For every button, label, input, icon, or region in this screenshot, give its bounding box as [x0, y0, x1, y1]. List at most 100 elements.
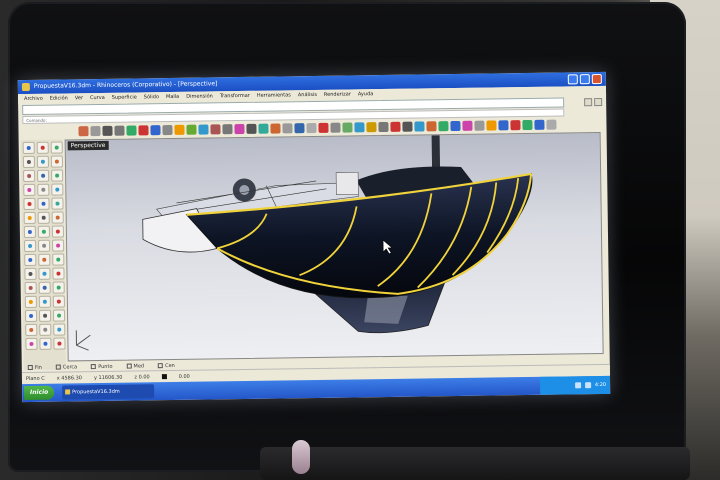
osnap-option[interactable]: Punto: [91, 363, 113, 370]
toolbar-tool-icon[interactable]: [450, 120, 461, 132]
toolbar-tool-icon[interactable]: [186, 124, 197, 135]
checkbox-icon[interactable]: [55, 364, 61, 370]
side-tool-icon[interactable]: [24, 281, 37, 295]
toolbar-tool-icon[interactable]: [534, 119, 545, 130]
toolbar-tool-icon[interactable]: [258, 123, 269, 134]
options-icon[interactable]: [594, 97, 603, 107]
toolbar-tool-icon[interactable]: [438, 121, 449, 132]
start-button[interactable]: Inicio: [24, 385, 55, 401]
toolbar-tool-icon[interactable]: [78, 126, 89, 137]
checkbox-icon[interactable]: [91, 364, 97, 370]
toolbar-tool-icon[interactable]: [474, 120, 485, 131]
side-tool-icon[interactable]: [38, 309, 52, 322]
side-tool-icon[interactable]: [52, 309, 66, 322]
toolbar-tool-icon[interactable]: [234, 123, 245, 135]
toolbar-tool-icon[interactable]: [210, 124, 221, 135]
menu-item[interactable]: Superficie: [112, 92, 137, 102]
side-tool-icon[interactable]: [37, 169, 50, 182]
menu-item[interactable]: Curva: [90, 93, 105, 103]
toolbar-tool-icon[interactable]: [486, 120, 497, 131]
side-tool-icon[interactable]: [38, 281, 51, 294]
side-tool-icon[interactable]: [39, 337, 52, 350]
help-icon[interactable]: [584, 98, 593, 107]
toolbar-tool-icon[interactable]: [126, 125, 137, 136]
side-tool-icon[interactable]: [37, 211, 50, 224]
side-tool-icon[interactable]: [23, 169, 36, 183]
menu-item[interactable]: Edición: [50, 93, 68, 103]
side-tool-icon[interactable]: [25, 323, 38, 337]
toolbar-tool-icon[interactable]: [390, 121, 401, 132]
side-tool-icon[interactable]: [52, 295, 65, 308]
menu-item[interactable]: Renderizar: [324, 89, 351, 99]
side-tool-icon[interactable]: [50, 155, 64, 168]
osnap-option[interactable]: Cerca: [55, 364, 77, 370]
toolbar-tool-icon[interactable]: [366, 122, 377, 133]
menu-item[interactable]: Malla: [166, 92, 179, 102]
volume-icon[interactable]: [584, 382, 591, 389]
side-tool-icon[interactable]: [24, 267, 37, 281]
side-tool-icon[interactable]: [52, 267, 65, 280]
toolbar-tool-icon[interactable]: [462, 120, 473, 131]
osnap-option[interactable]: Fin: [27, 364, 42, 371]
toolbar-tool-icon[interactable]: [198, 124, 209, 135]
menu-item[interactable]: Ver: [75, 93, 83, 103]
side-tool-icon[interactable]: [22, 155, 36, 169]
toolbar-tool-icon[interactable]: [426, 121, 437, 132]
maximize-button[interactable]: [579, 74, 590, 85]
toolbar-tool-icon[interactable]: [270, 123, 281, 134]
side-tool-icon[interactable]: [25, 337, 38, 351]
side-tool-icon[interactable]: [23, 225, 36, 239]
minimize-button[interactable]: [567, 74, 578, 85]
toolbar-tool-icon[interactable]: [294, 123, 305, 134]
side-tool-icon[interactable]: [23, 183, 36, 197]
layer-color-icon[interactable]: [161, 374, 167, 380]
perspective-viewport[interactable]: Perspective: [64, 131, 604, 362]
side-tool-icon[interactable]: [23, 211, 36, 225]
side-tool-icon[interactable]: [22, 141, 35, 155]
toolbar-tool-icon[interactable]: [342, 122, 353, 133]
toolbar-tool-icon[interactable]: [318, 122, 329, 133]
toolbar-tool-icon[interactable]: [546, 119, 557, 130]
checkbox-icon[interactable]: [126, 363, 132, 369]
toolbar-tool-icon[interactable]: [162, 124, 173, 136]
toolbar-tool-icon[interactable]: [90, 125, 101, 137]
side-tool-icon[interactable]: [37, 197, 50, 210]
side-tool-icon[interactable]: [39, 323, 52, 336]
toolbar-tool-icon[interactable]: [522, 119, 533, 131]
menu-item[interactable]: Análisis: [298, 90, 317, 100]
toolbar-tool-icon[interactable]: [306, 122, 317, 134]
side-tool-icon[interactable]: [51, 183, 64, 196]
checkbox-icon[interactable]: [158, 363, 164, 369]
side-tool-icon[interactable]: [37, 225, 50, 238]
side-tool-icon[interactable]: [52, 281, 65, 294]
toolbar-tool-icon[interactable]: [414, 121, 425, 132]
toolbar-tool-icon[interactable]: [102, 125, 113, 136]
checkbox-icon[interactable]: [27, 364, 33, 371]
network-icon[interactable]: [574, 382, 581, 389]
menu-item[interactable]: Dimensión: [186, 91, 213, 101]
taskbar-item-rhino[interactable]: PropuestaV16.3dm: [62, 384, 155, 400]
toolbar-tool-icon[interactable]: [498, 120, 509, 131]
menu-item[interactable]: Herramientas: [257, 90, 291, 100]
side-tool-icon[interactable]: [38, 239, 51, 252]
toolbar-tool-icon[interactable]: [246, 123, 257, 134]
side-tool-icon[interactable]: [51, 211, 64, 224]
side-tool-icon[interactable]: [38, 267, 51, 280]
menu-item[interactable]: Ayuda: [358, 89, 374, 99]
osnap-option[interactable]: Cen: [158, 362, 175, 369]
side-tool-icon[interactable]: [53, 323, 66, 336]
side-tool-icon[interactable]: [38, 295, 51, 308]
close-button[interactable]: [591, 73, 602, 85]
toolbar-tool-icon[interactable]: [138, 125, 149, 136]
toolbar-tool-icon[interactable]: [114, 125, 125, 136]
menu-item[interactable]: Sólido: [144, 92, 159, 102]
osnap-option[interactable]: Med: [126, 363, 144, 369]
toolbar-tool-icon[interactable]: [222, 124, 233, 135]
side-tool-icon[interactable]: [24, 295, 37, 309]
side-tool-icon[interactable]: [51, 169, 64, 182]
toolbar-tool-icon[interactable]: [150, 125, 161, 136]
side-tool-icon[interactable]: [38, 253, 51, 266]
side-tool-icon[interactable]: [50, 141, 63, 154]
side-tool-icon[interactable]: [36, 155, 50, 168]
toolbar-tool-icon[interactable]: [330, 122, 341, 133]
